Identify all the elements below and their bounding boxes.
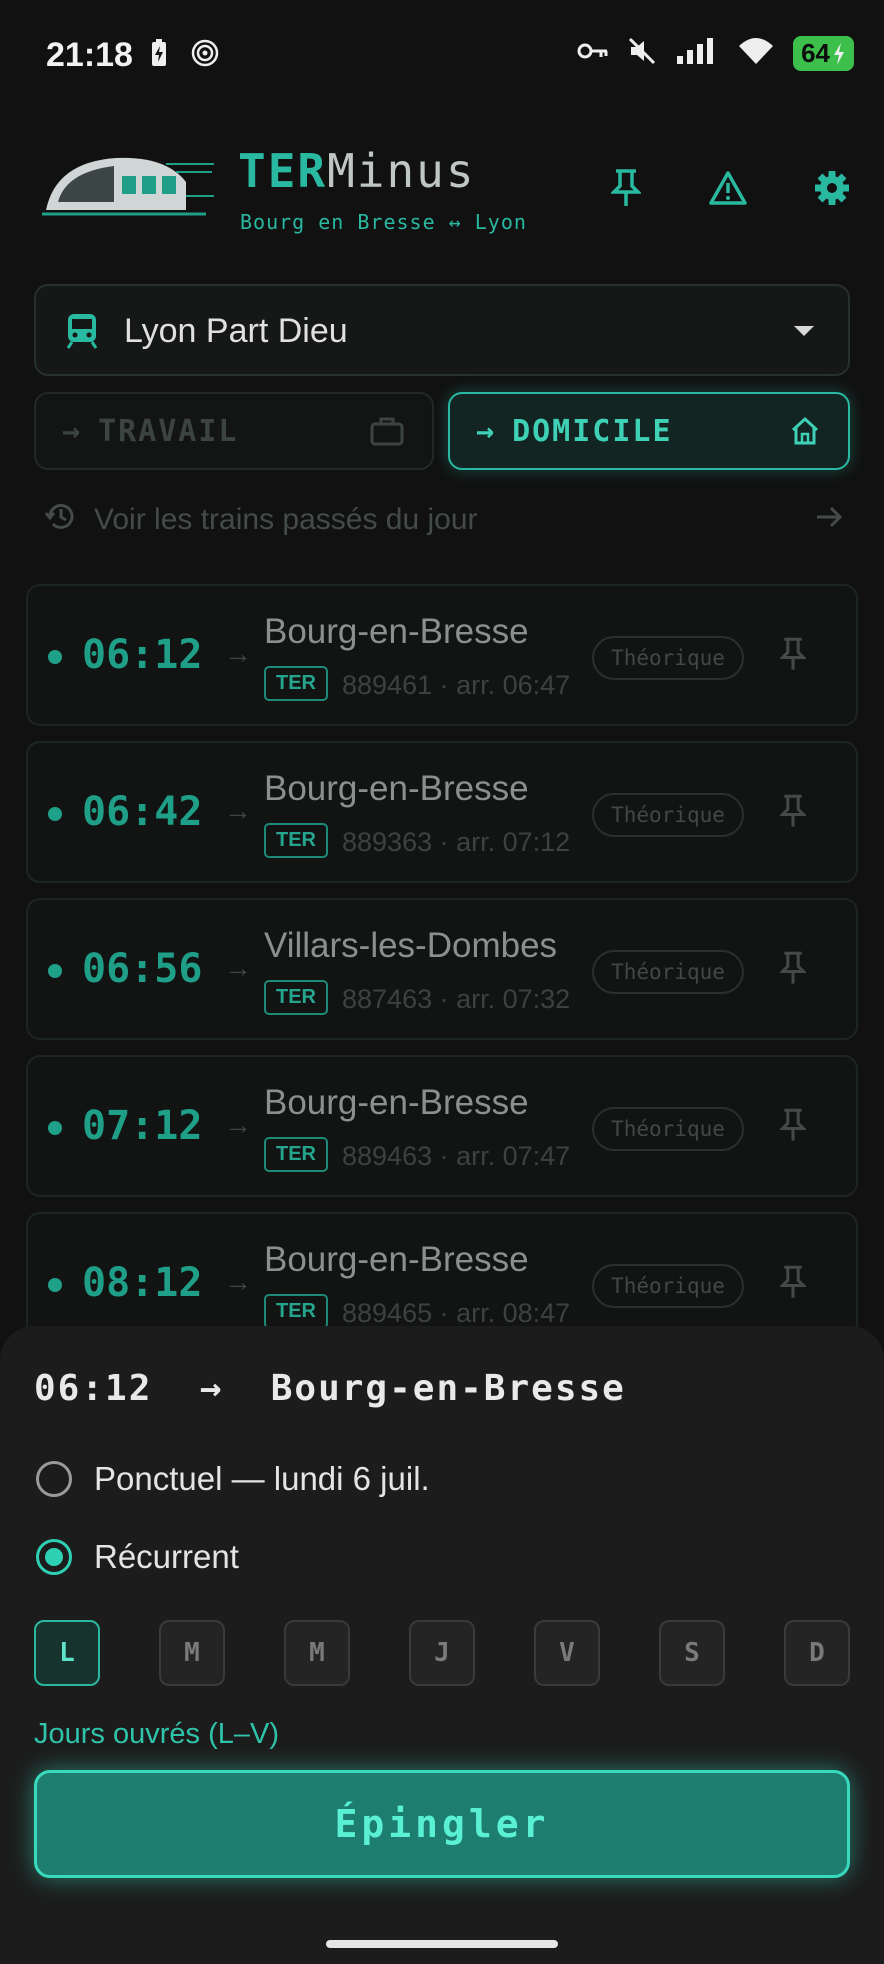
- train-details: 887463 · arr. 07:32: [342, 984, 571, 1014]
- signal-icon: [675, 36, 719, 71]
- option-recurring-label: Récurrent: [94, 1538, 239, 1575]
- train-row[interactable]: 06:42 → Bourg-en-Bresse TER 889363 · arr. 07…: [26, 741, 858, 883]
- days-hint: Jours ouvrés (L–V): [34, 1718, 279, 1750]
- train-details: 889465 · arr. 08:47: [342, 1298, 571, 1328]
- day-chip[interactable]: S: [659, 1620, 725, 1686]
- warning-icon: [708, 170, 748, 211]
- destination: Bourg-en-Bresse: [264, 1240, 529, 1279]
- sheet-title: 06:12 → Bourg-en-Bresse: [34, 1368, 626, 1409]
- pin-icon[interactable]: [778, 1107, 808, 1148]
- status-dot: [48, 1278, 62, 1292]
- pin-bottom-sheet: 06:12 → Bourg-en-Bresse Ponctuel — lundi…: [0, 1326, 884, 1964]
- train-type-badge: TER: [264, 980, 328, 1015]
- train-details: 889463 · arr. 07:47: [342, 1141, 571, 1171]
- day-chip[interactable]: V: [534, 1620, 600, 1686]
- chevron-down-icon: [794, 326, 814, 336]
- direction-work-label: TRAVAIL: [98, 413, 239, 449]
- train-details: 889363 · arr. 07:12: [342, 827, 571, 857]
- destination: Bourg-en-Bresse: [264, 1083, 529, 1122]
- settings-button[interactable]: [808, 166, 856, 214]
- pin-button[interactable]: Épingler: [34, 1770, 850, 1878]
- arrow-right-icon: →: [224, 1109, 252, 1140]
- train-row[interactable]: 07:12 → Bourg-en-Bresse TER 889463 · arr. 07…: [26, 1055, 858, 1197]
- train-icon: [66, 312, 98, 355]
- battery-indicator: 64: [793, 36, 854, 71]
- gear-icon: [812, 168, 852, 213]
- direction-home-toggle[interactable]: → DOMICILE: [448, 392, 850, 470]
- status-badge: Théorique: [592, 636, 744, 680]
- day-chip[interactable]: M: [284, 1620, 350, 1686]
- status-bar: 21:18 64: [0, 0, 884, 110]
- train-type-badge: TER: [264, 1137, 328, 1172]
- destination: Bourg-en-Bresse: [264, 769, 529, 808]
- option-once[interactable]: Ponctuel — lundi 6 juil.: [36, 1460, 430, 1498]
- departure-time: 06:12: [82, 632, 203, 678]
- status-badge: Théorique: [592, 793, 744, 837]
- status-time: 21:18: [46, 36, 133, 74]
- arrow-right-icon: →: [224, 1266, 252, 1297]
- wifi-icon: [737, 36, 775, 71]
- history-icon: [44, 499, 78, 541]
- pin-icon[interactable]: [778, 950, 808, 991]
- alerts-button[interactable]: [704, 166, 752, 214]
- home-icon: [790, 416, 820, 454]
- train-details: 889461 · arr. 06:47: [342, 670, 571, 700]
- pinned-button[interactable]: [602, 166, 650, 214]
- pin-icon: [609, 168, 643, 213]
- day-chip[interactable]: D: [784, 1620, 850, 1686]
- departure-time: 06:42: [82, 789, 203, 835]
- charging-icon: [150, 38, 168, 73]
- departure-time: 08:12: [82, 1260, 203, 1306]
- mute-icon: [627, 36, 657, 71]
- day-chip[interactable]: L: [34, 1620, 100, 1686]
- departure-time: 06:56: [82, 946, 203, 992]
- day-chip[interactable]: M: [159, 1620, 225, 1686]
- app-title: TERMinus: [238, 144, 476, 198]
- radio-recurring[interactable]: [36, 1539, 72, 1575]
- train-type-badge: TER: [264, 666, 328, 701]
- status-badge: Théorique: [592, 950, 744, 994]
- hotspot-icon: [190, 38, 220, 73]
- train-type-badge: TER: [264, 823, 328, 858]
- app-subtitle: Bourg en Bresse ↔ Lyon: [240, 210, 527, 234]
- status-dot: [48, 1121, 62, 1135]
- radio-once[interactable]: [36, 1461, 72, 1497]
- briefcase-icon: [370, 416, 404, 454]
- train-type-badge: TER: [264, 1294, 328, 1329]
- train-row[interactable]: 06:12 → Bourg-en-Bresse TER 889461 · arr. 06…: [26, 584, 858, 726]
- pin-icon[interactable]: [778, 793, 808, 834]
- home-indicator[interactable]: [326, 1940, 558, 1948]
- app-header: TERMinus Bourg en Bresse ↔ Lyon: [0, 130, 884, 250]
- destination: Villars-les-Dombes: [264, 926, 558, 965]
- train-row[interactable]: 06:56 → Villars-les-Dombes TER 887463 · arr.…: [26, 898, 858, 1040]
- station-selector[interactable]: Lyon Part Dieu: [34, 284, 850, 376]
- option-recurring[interactable]: Récurrent: [36, 1538, 239, 1576]
- status-dot: [48, 964, 62, 978]
- departure-time: 07:12: [82, 1103, 203, 1149]
- day-selector: LMMJVSD: [34, 1620, 850, 1686]
- arrow-right-icon: →: [224, 952, 252, 983]
- pin-icon[interactable]: [778, 636, 808, 677]
- key-icon: [577, 40, 609, 67]
- arrow-right-icon: →: [224, 795, 252, 826]
- option-once-label: Ponctuel — lundi 6 juil.: [94, 1460, 430, 1497]
- direction-work-toggle[interactable]: → TRAVAIL: [34, 392, 434, 470]
- status-badge: Théorique: [592, 1107, 744, 1151]
- train-logo: [36, 142, 216, 232]
- arrow-right-icon: [814, 502, 844, 540]
- status-dot: [48, 650, 62, 664]
- arrow-right-icon: →: [224, 638, 252, 669]
- status-dot: [48, 807, 62, 821]
- past-trains-link[interactable]: Voir les trains passés du jour: [44, 498, 844, 542]
- direction-home-label: DOMICILE: [512, 413, 673, 449]
- station-name: Lyon Part Dieu: [124, 312, 348, 350]
- day-chip[interactable]: J: [409, 1620, 475, 1686]
- status-badge: Théorique: [592, 1264, 744, 1308]
- pin-icon[interactable]: [778, 1264, 808, 1305]
- destination: Bourg-en-Bresse: [264, 612, 529, 651]
